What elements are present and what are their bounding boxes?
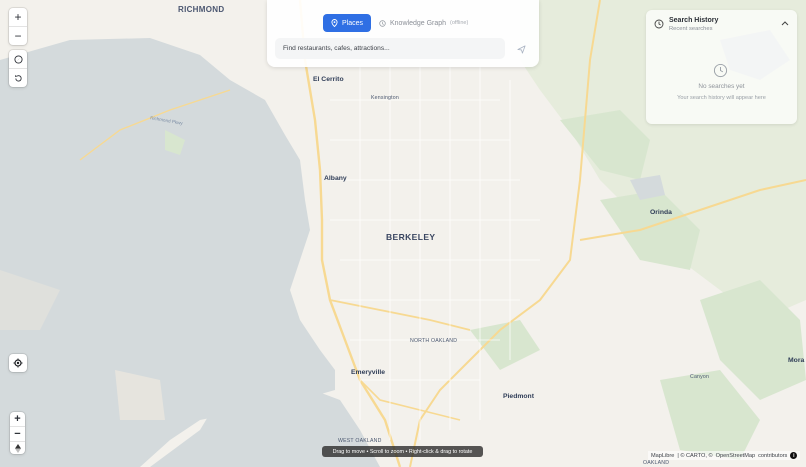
attribution-maplibre-link[interactable]: MapLibre [651,453,674,459]
tab-knowledge-graph[interactable]: Knowledge Graph (offline) [379,14,468,32]
map-attribution: MapLibre | © CARTO, © OpenStreetMap cont… [648,451,801,460]
label-west-oakland: WEST OAKLAND [338,438,382,444]
tab-places-label: Places [341,19,363,27]
zoom-in-button-2[interactable]: + [10,412,25,426]
locate-icon [13,358,23,368]
geolocate-button[interactable] [9,354,27,372]
history-empty-subtitle: Your search history will appear here [677,95,766,101]
search-history-panel: Search History Recent searches No search… [646,10,797,124]
reset-rotation-button[interactable] [9,69,27,87]
zoom-out-button-2[interactable]: − [10,427,25,441]
label-north-oakland: NORTH OAKLAND [410,338,458,344]
compass-button[interactable] [9,50,27,68]
label-piedmont: Piedmont [503,393,534,400]
label-albany: Albany [324,175,347,182]
label-moraga: Mora [788,357,805,364]
info-icon[interactable]: i [790,452,798,459]
tab-places[interactable]: Places [323,14,371,32]
clock-icon [654,19,664,29]
history-empty-clock-icon [713,63,728,78]
history-title: Search History [669,17,719,24]
zoom-controls-bottom: + − [10,412,25,454]
label-berkeley: BERKELEY [386,232,436,242]
zoom-out-button[interactable]: − [9,27,27,45]
history-empty-title: No searches yet [698,83,745,90]
label-el-cerrito: El Cerrito [313,76,344,83]
tab-kg-label: Knowledge Graph [390,19,447,27]
nav-controls [9,50,27,87]
zoom-controls-top: + − [9,8,27,45]
rotate-icon [14,74,22,81]
north-arrow-icon [14,443,21,453]
tab-kg-status: (offline) [450,20,469,26]
graph-icon [379,19,386,27]
compass-icon [13,54,23,64]
send-button[interactable] [515,42,527,56]
label-orinda: Orinda [650,209,672,216]
label-oakland-bottom: OAKLAND [643,460,670,466]
attribution-osm-link[interactable]: OpenStreetMap [716,453,756,459]
chevron-up-icon[interactable] [781,20,789,26]
zoom-in-button[interactable]: + [9,8,27,26]
map-hint-tooltip: Drag to move • Scroll to zoom • Right-cl… [322,446,483,457]
search-input[interactable]: Find restaurants, cafes, attractions... [275,38,505,59]
map-pin-icon [331,19,338,27]
label-richmond: RICHMOND [178,5,225,14]
search-panel: Places Knowledge Graph (offline) Find re… [267,0,539,67]
reset-north-button[interactable] [10,442,25,454]
label-canyon: Canyon [690,374,710,380]
history-subtitle: Recent searches [669,26,713,32]
label-emeryville: Emeryville [351,369,386,376]
label-kensington: Kensington [371,95,399,101]
attribution-contributors: contributors [758,452,788,459]
send-icon [516,44,526,54]
attribution-separator: | © CARTO, © [677,452,713,459]
